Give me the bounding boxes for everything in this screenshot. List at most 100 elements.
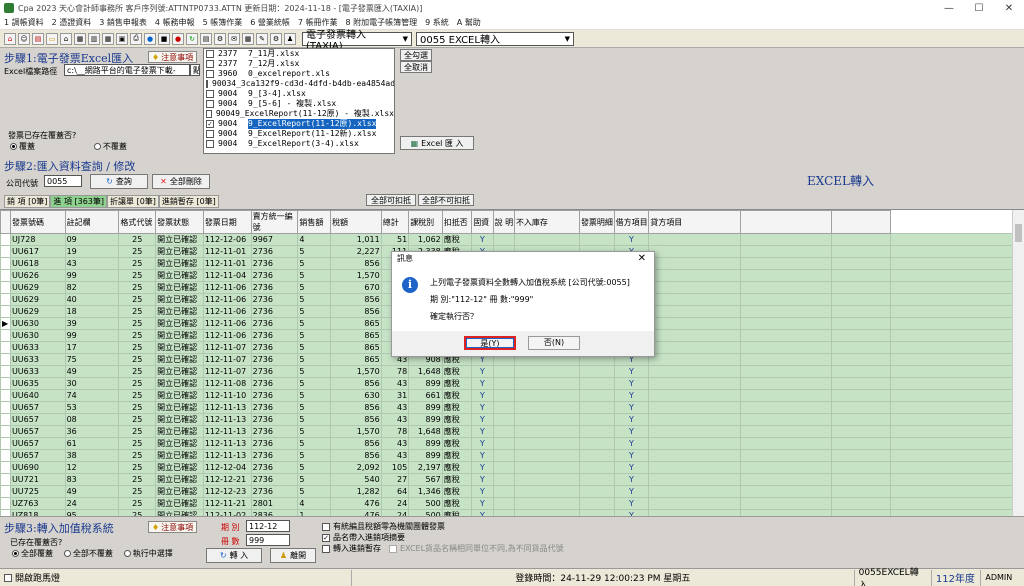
table-cell[interactable]: 2,227 — [330, 245, 382, 258]
menu-item-6[interactable]: 6 營業統帳 — [250, 17, 290, 28]
mail-icon[interactable]: ✉ — [228, 32, 240, 45]
table-cell[interactable]: 856 — [330, 257, 382, 270]
column-header[interactable]: 稅額 — [330, 210, 382, 234]
table-cell[interactable]: 25 — [118, 389, 157, 402]
table-cell[interactable]: 112-11-01 — [202, 245, 252, 258]
table-cell[interactable] — [830, 329, 891, 342]
table-cell[interactable]: 39 — [64, 317, 120, 330]
table-cell[interactable]: 43 — [380, 413, 410, 426]
table-cell[interactable]: 5 — [297, 341, 332, 354]
exit-button[interactable]: ♟ 離開 — [270, 548, 316, 563]
menu-item-4[interactable]: 4 帳務申報 — [155, 17, 195, 28]
file-list-item[interactable]: 9003 4_3ca132f9-cd3d-4dfd-b4db-ea4854ad0 — [204, 79, 394, 89]
column-header[interactable]: 註記欄 — [64, 210, 120, 234]
table-cell[interactable]: 應稅 — [441, 377, 473, 390]
calc-icon[interactable]: ▦ — [242, 32, 254, 45]
table-cell[interactable]: 856 — [330, 449, 382, 462]
company-combo[interactable]: 0055 EXCEL轉入 ▼ — [416, 31, 574, 46]
table-cell[interactable]: Y — [471, 233, 494, 246]
row-indicator[interactable] — [0, 377, 11, 390]
row-indicator[interactable] — [0, 233, 11, 246]
table-cell[interactable] — [513, 449, 580, 462]
table-cell[interactable]: 開立已確認 — [155, 269, 204, 282]
table-cell[interactable]: 開立已確認 — [155, 281, 204, 294]
table-cell[interactable]: 25 — [118, 377, 157, 390]
row-indicator[interactable] — [0, 293, 11, 306]
table-cell[interactable] — [889, 473, 1024, 486]
table-cell[interactable]: 2736 — [250, 353, 299, 366]
menu-item-5[interactable]: 5 帳簿作業 — [203, 17, 243, 28]
table-cell[interactable] — [739, 497, 832, 510]
table-cell[interactable] — [578, 485, 615, 498]
row-indicator[interactable] — [0, 305, 11, 318]
table-cell[interactable] — [513, 437, 580, 450]
table-cell[interactable] — [648, 269, 741, 282]
table-cell[interactable]: UU721 — [9, 473, 66, 486]
vertical-scrollbar[interactable] — [1012, 210, 1024, 516]
table-cell[interactable] — [578, 449, 615, 462]
table-cell[interactable]: 25 — [118, 269, 157, 282]
table-cell[interactable]: 2736 — [250, 401, 299, 414]
table-cell[interactable]: 78 — [380, 365, 410, 378]
checkbox[interactable] — [206, 70, 214, 78]
table-cell[interactable]: 38 — [64, 449, 120, 462]
table-cell[interactable] — [889, 257, 1024, 270]
table-cell[interactable]: Y — [471, 461, 494, 474]
column-header[interactable] — [739, 210, 832, 234]
table-cell[interactable] — [648, 293, 741, 306]
table-cell[interactable] — [830, 353, 891, 366]
table-cell[interactable] — [739, 377, 832, 390]
table-cell[interactable]: 2736 — [250, 317, 299, 330]
table-cell[interactable]: 899 — [408, 377, 443, 390]
table-cell[interactable]: 2736 — [250, 269, 299, 282]
table-cell[interactable]: UU618 — [9, 257, 66, 270]
chart-icon[interactable]: ▥ — [88, 32, 100, 45]
table-cell[interactable]: 開立已確認 — [155, 293, 204, 306]
settings-icon[interactable]: ⚙ — [214, 32, 226, 45]
row-indicator[interactable] — [0, 329, 11, 342]
table-cell[interactable]: 856 — [330, 293, 382, 306]
table-cell[interactable] — [648, 461, 741, 474]
table-cell[interactable] — [648, 497, 741, 510]
table-cell[interactable]: 856 — [330, 413, 382, 426]
table-cell[interactable]: 1,570 — [330, 365, 382, 378]
table-cell[interactable]: 112-11-07 — [202, 353, 252, 366]
column-header[interactable]: 貸方項目 — [648, 210, 741, 234]
table-cell[interactable] — [513, 497, 580, 510]
file-list-item[interactable]: 3960 0_excelreport.xls — [204, 69, 394, 79]
table-row[interactable]: UU657 38 25 開立已確認 112-11-13 2736 5 856 43 899 應稅 Y Y — [0, 449, 1024, 462]
row-indicator[interactable] — [0, 389, 11, 402]
table-cell[interactable]: 09 — [64, 233, 120, 246]
table-cell[interactable]: 899 — [408, 413, 443, 426]
table-cell[interactable]: Y — [613, 497, 650, 510]
table-row[interactable]: UZ763 24 25 開立已確認 112-11-21 2801 4 476 24 500 應稅 Y Y — [0, 497, 1024, 510]
ledger-icon[interactable]: ▦ — [74, 32, 86, 45]
table-cell[interactable]: UU633 — [9, 353, 66, 366]
table-cell[interactable] — [578, 473, 615, 486]
globe-icon[interactable]: ● — [144, 32, 156, 45]
table-cell[interactable]: 9967 — [250, 233, 299, 246]
checkbox[interactable] — [206, 100, 214, 108]
table-cell[interactable]: 5 — [297, 365, 332, 378]
table-cell[interactable] — [739, 473, 832, 486]
table-cell[interactable] — [889, 353, 1024, 366]
choose-radio[interactable]: 執行中選擇 — [123, 548, 173, 559]
table-cell[interactable] — [739, 413, 832, 426]
step3-note-button[interactable]: ♦ 注意事項 — [148, 521, 198, 533]
table-cell[interactable]: 112-11-06 — [202, 317, 252, 330]
table-cell[interactable] — [648, 401, 741, 414]
checkbox[interactable] — [206, 90, 214, 98]
row-indicator[interactable] — [0, 485, 11, 498]
chk-item-summary[interactable]: ✓ 品名帶入進銷項摘要 — [322, 532, 564, 543]
table-cell[interactable] — [492, 461, 515, 474]
table-cell[interactable]: 865 — [330, 329, 382, 342]
table-cell[interactable]: 2736 — [250, 461, 299, 474]
table-cell[interactable] — [492, 233, 515, 246]
table-cell[interactable]: 25 — [118, 461, 157, 474]
table-cell[interactable] — [648, 473, 741, 486]
table-cell[interactable] — [739, 353, 832, 366]
table-cell[interactable]: 4 — [297, 233, 332, 246]
table-cell[interactable]: 78 — [380, 425, 410, 438]
file-list-item[interactable]: 2377 7_12月.xlsx — [204, 59, 394, 69]
table-cell[interactable]: UU633 — [9, 341, 66, 354]
